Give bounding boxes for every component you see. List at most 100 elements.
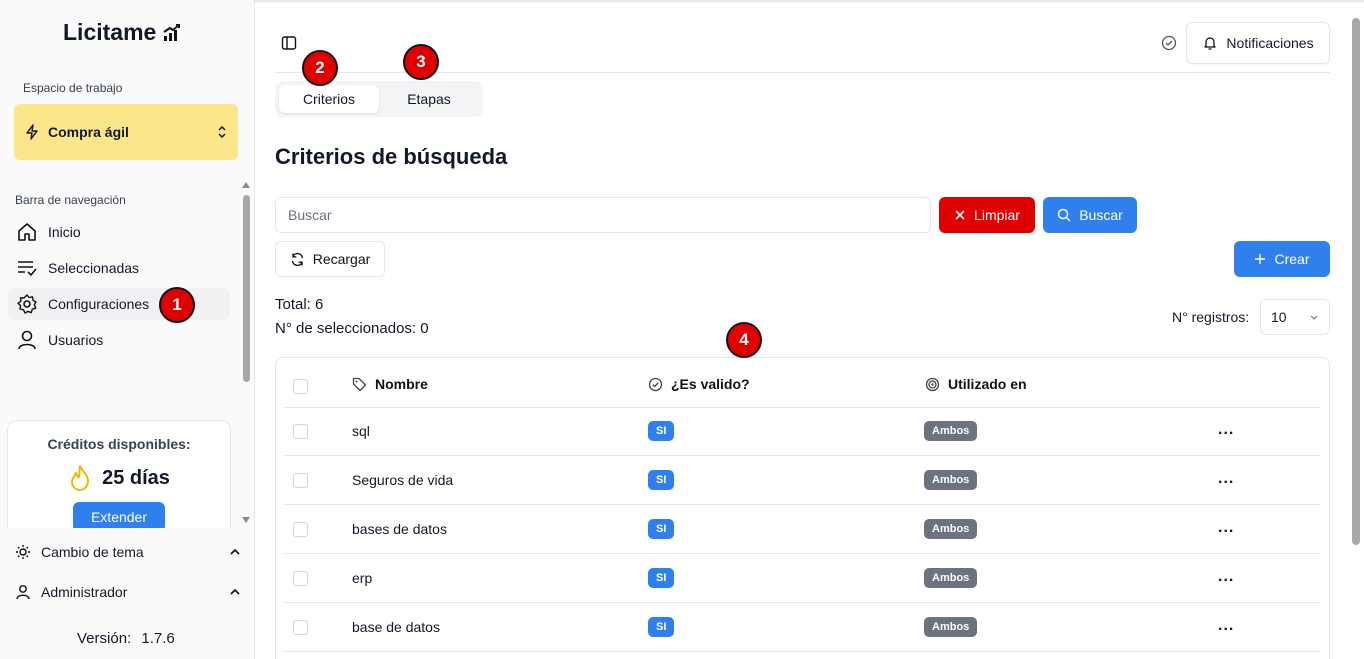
app-logo[interactable]: Licitame [63, 19, 182, 46]
row-actions-button[interactable]: ... [1218, 518, 1234, 538]
search-icon [1057, 208, 1071, 222]
table-header: Nombre ¿Es valido? Utilizado en [284, 358, 1321, 408]
sidebar-item-label: Seleccionadas [48, 260, 140, 276]
notifications-label: Notificaciones [1226, 35, 1314, 51]
user-icon [18, 330, 36, 350]
scrollbar-thumb[interactable] [243, 195, 250, 382]
table-row[interactable]: erp SI Ambos ... [284, 554, 1321, 603]
clear-button[interactable]: Limpiar [939, 197, 1035, 233]
admin-menu[interactable]: Administrador [15, 580, 241, 604]
sidebar-item-configuraciones[interactable]: Configuraciones [8, 288, 230, 320]
usage-badge: Ambos [924, 519, 978, 539]
create-label: Crear [1274, 251, 1310, 267]
user-icon [16, 585, 30, 600]
cell-name: Seguros de vida [352, 472, 454, 488]
sidebar-item-label: Configuraciones [48, 296, 150, 312]
sidebar-item-seleccionadas[interactable]: Seleccionadas [8, 252, 230, 284]
tag-icon [352, 377, 367, 391]
row-checkbox[interactable] [293, 620, 308, 635]
nav-label: Barra de navegación [15, 193, 126, 207]
cell-name: bases de datos [352, 521, 447, 537]
row-actions-button[interactable]: ... [1218, 469, 1234, 489]
column-header-label: Utilizado en [948, 376, 1027, 392]
chart-growth-icon [163, 23, 181, 41]
marker-3: 3 [403, 44, 439, 80]
row-actions-button[interactable]: ... [1218, 420, 1234, 440]
usage-badge: Ambos [924, 568, 978, 588]
clear-label: Limpiar [974, 207, 1020, 223]
workspace-select[interactable]: Compra ágil [14, 104, 238, 160]
records-label: N° registros: [1172, 309, 1250, 325]
page-scrollbar-thumb[interactable] [1352, 18, 1360, 545]
sidebar-item-label: Inicio [48, 224, 81, 240]
search-button[interactable]: Buscar [1043, 197, 1137, 233]
reload-button[interactable]: Recargar [275, 241, 385, 277]
page-title: Criterios de búsqueda [275, 144, 508, 169]
column-header-valido[interactable]: ¿Es valido? [648, 374, 750, 394]
chevron-up-down-icon [218, 125, 226, 139]
home-icon [18, 223, 36, 241]
credits-card: Créditos disponibles: 25 días Extender [7, 420, 231, 528]
theme-toggle[interactable]: Cambio de tema [15, 540, 241, 564]
status-badge: SI [648, 519, 675, 539]
usage-badge: Ambos [924, 421, 978, 441]
scroll-down-arrow-icon[interactable] [242, 517, 250, 523]
row-actions-button[interactable]: ... [1218, 567, 1234, 587]
select-all-checkbox[interactable] [293, 379, 308, 394]
table-row[interactable]: sql SI Ambos ... [284, 407, 1321, 456]
row-checkbox[interactable] [293, 522, 308, 537]
table-row[interactable]: base de datos SI Ambos ... [284, 603, 1321, 652]
column-header-label: Nombre [375, 376, 428, 392]
tab-etapas[interactable]: Etapas [379, 85, 479, 113]
status-badge: SI [648, 470, 675, 490]
version-label: Versión: [77, 630, 132, 647]
column-header-utilizado[interactable]: Utilizado en [925, 374, 1027, 394]
cell-name: erp [352, 570, 373, 586]
refresh-icon [291, 252, 303, 266]
main-content: Notificaciones Criterios Etapas Criterio… [256, 0, 1350, 659]
panel-left-icon [281, 36, 297, 50]
flame-icon [71, 465, 90, 491]
sidebar-toggle-button[interactable] [281, 35, 297, 54]
column-header-nombre[interactable]: Nombre [352, 374, 428, 394]
search-input[interactable] [275, 197, 931, 233]
check-circle-icon [1161, 35, 1177, 51]
list-check-icon [18, 261, 37, 277]
table-row[interactable]: Seguros de vida SI Ambos ... [284, 456, 1321, 505]
create-button[interactable]: Crear [1234, 241, 1330, 277]
workspace-value: Compra ágil [48, 124, 129, 140]
sidebar: Licitame Espacio de trabajo Compra ágil … [0, 0, 255, 659]
marker-1: 1 [159, 287, 195, 323]
close-icon [955, 210, 965, 220]
target-icon [925, 377, 940, 391]
notifications-button[interactable]: Notificaciones [1186, 22, 1330, 64]
theme-label: Cambio de tema [41, 544, 144, 560]
chevron-up-icon [230, 588, 240, 595]
gear-icon [17, 294, 37, 314]
tab-criterios[interactable]: Criterios [279, 85, 379, 113]
status-check-button[interactable] [1161, 35, 1177, 54]
lightning-icon [26, 124, 38, 140]
app-logo-text: Licitame [63, 19, 157, 45]
usage-badge: Ambos [924, 470, 978, 490]
table-row[interactable]: bases de datos SI Ambos ... [284, 505, 1321, 554]
check-circle-icon [648, 377, 663, 391]
version-value: 1.7.6 [141, 630, 175, 647]
tabs: Criterios Etapas [275, 81, 483, 117]
column-header-label: ¿Es valido? [671, 376, 750, 392]
row-actions-button[interactable]: ... [1218, 616, 1234, 636]
row-checkbox[interactable] [293, 424, 308, 439]
cell-name: base de datos [352, 619, 440, 635]
row-checkbox[interactable] [293, 473, 308, 488]
status-badge: SI [648, 617, 675, 637]
sidebar-item-inicio[interactable]: Inicio [8, 216, 230, 248]
scroll-up-arrow-icon[interactable] [242, 182, 250, 188]
sidebar-scrollbar[interactable] [242, 180, 250, 525]
row-checkbox[interactable] [293, 571, 308, 586]
criteria-table: Nombre ¿Es valido? Utilizado en sql SI A… [275, 357, 1330, 659]
sidebar-item-usuarios[interactable]: Usuarios [8, 324, 230, 356]
records-select[interactable]: 10 [1260, 299, 1330, 335]
sun-icon [16, 545, 30, 559]
extend-button[interactable]: Extender [73, 502, 165, 528]
credits-days-value: 25 días [102, 466, 170, 489]
